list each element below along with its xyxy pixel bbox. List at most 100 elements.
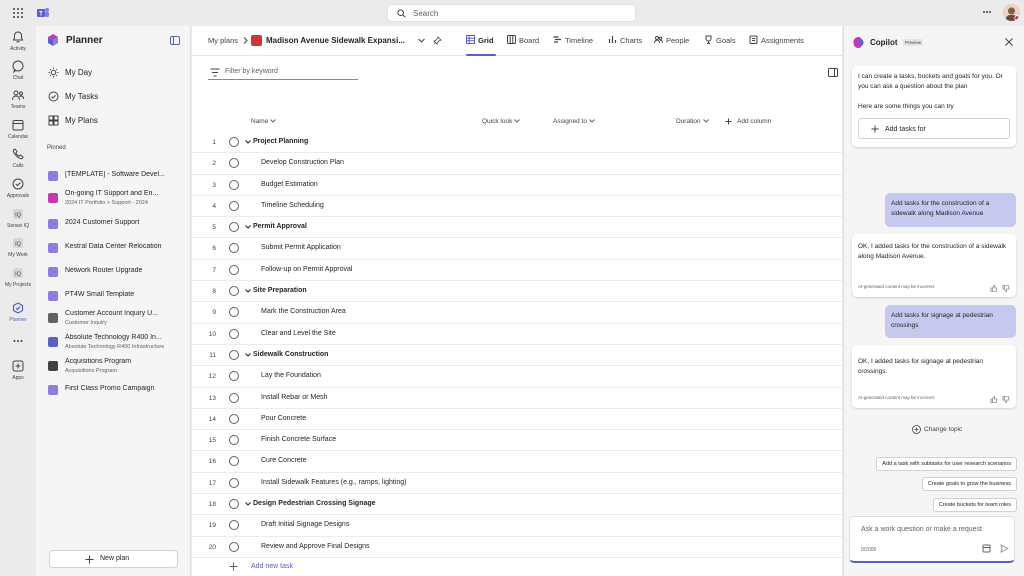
complete-checkbox[interactable]	[229, 286, 239, 297]
column-header-duration[interactable]: Duration	[676, 118, 709, 125]
nav-my-day[interactable]: My Day	[48, 66, 183, 80]
tab-timeline[interactable]: Timeline	[553, 35, 595, 51]
bucket-row[interactable]: 11 Sidewalk Construction	[192, 345, 842, 367]
task-title[interactable]: Timeline Scheduling	[261, 202, 324, 209]
bucket-row[interactable]: 1 Project Planning	[192, 132, 842, 154]
task-title[interactable]: Develop Construction Plan	[261, 159, 344, 166]
pin-icon[interactable]	[433, 36, 442, 45]
rail-item-sensei-iq[interactable]: IQ Sensei IQ	[0, 207, 36, 235]
task-title[interactable]: Draft Initial Signage Designs	[261, 521, 349, 528]
nav-my-tasks[interactable]: My Tasks	[48, 90, 183, 104]
task-title[interactable]: Follow-up on Permit Approval	[261, 266, 352, 273]
more-options-icon[interactable]	[982, 7, 992, 17]
task-title[interactable]: Install Sidewalk Features (e.g., ramps, …	[261, 479, 407, 486]
complete-checkbox[interactable]	[229, 243, 239, 254]
complete-checkbox[interactable]	[229, 264, 239, 275]
task-title[interactable]: Finish Concrete Surface	[261, 436, 336, 443]
rail-item-my-work[interactable]: IQ My Work	[0, 236, 36, 264]
bucket-title[interactable]: Project Planning	[253, 138, 308, 145]
pinned-plan[interactable]: Kestral Data Center Relocation	[46, 239, 184, 261]
open-copilot-pane-icon[interactable]	[828, 68, 838, 77]
complete-checkbox[interactable]	[229, 520, 239, 531]
thumbs-down-icon[interactable]	[1002, 396, 1010, 403]
complete-checkbox[interactable]	[229, 413, 239, 424]
tab-goals[interactable]: Goals	[704, 35, 738, 51]
new-plan-button[interactable]: New plan	[49, 550, 178, 568]
complete-checkbox[interactable]	[229, 456, 239, 467]
chevron-down-icon[interactable]	[245, 502, 251, 506]
table-row[interactable]: 15 Finish Concrete Surface	[192, 430, 842, 452]
tab-charts[interactable]: Charts	[608, 35, 642, 51]
chevron-down-icon[interactable]	[245, 289, 251, 293]
chevron-down-icon[interactable]	[245, 225, 251, 229]
table-row[interactable]: 19 Draft Initial Signage Designs	[192, 515, 842, 537]
table-row[interactable]: 2 Develop Construction Plan	[192, 153, 842, 175]
table-row[interactable]: 20 Review and Approve Final Designs	[192, 537, 842, 558]
table-row[interactable]: 13 Install Rebar or Mesh	[192, 388, 842, 409]
thumbs-up-icon[interactable]	[990, 285, 998, 292]
column-header-quick-look[interactable]: Quick look	[482, 118, 521, 125]
task-title[interactable]: Clear and Level the Site	[261, 330, 336, 337]
bucket-title[interactable]: Site Preparation	[253, 287, 307, 294]
column-header-name[interactable]: Name	[251, 118, 277, 125]
add-column-button[interactable]: Add column	[725, 118, 771, 125]
task-title[interactable]: Cure Concrete	[261, 457, 307, 464]
chevron-down-icon[interactable]	[418, 38, 425, 43]
tab-people[interactable]: People	[654, 35, 692, 51]
complete-checkbox[interactable]	[229, 541, 239, 552]
complete-checkbox[interactable]	[229, 200, 239, 211]
rail-item-teams[interactable]: Teams	[0, 88, 36, 116]
bucket-row[interactable]: 8 Site Preparation	[192, 281, 842, 303]
table-row[interactable]: 14 Pour Concrete	[192, 409, 842, 431]
table-row[interactable]: 7 Follow-up on Permit Approval	[192, 260, 842, 282]
suggestion-chip[interactable]: Create buckets for team roles	[932, 498, 1017, 512]
task-title[interactable]: Mark the Construction Area	[261, 308, 346, 315]
app-launcher-icon[interactable]	[12, 7, 24, 19]
complete-checkbox[interactable]	[229, 371, 239, 382]
bucket-title[interactable]: Permit Approval	[253, 223, 307, 230]
table-row[interactable]: 3 Budget Estimation	[192, 175, 842, 196]
close-icon[interactable]	[1005, 38, 1013, 46]
task-title[interactable]: Pour Concrete	[261, 415, 306, 422]
copilot-composer[interactable]: Ask a work question or make a request 0/…	[849, 516, 1015, 563]
complete-checkbox[interactable]	[229, 499, 239, 510]
pinned-plan[interactable]: 2024 Customer Support	[46, 215, 184, 237]
table-row[interactable]: 10 Clear and Level the Site	[192, 324, 842, 345]
pinned-plan[interactable]: PT4W Small Template	[46, 287, 184, 309]
thumbs-up-icon[interactable]	[990, 396, 998, 403]
rail-item-planner[interactable]: Planner	[0, 301, 36, 329]
add-tasks-for-button[interactable]: Add tasks for	[858, 118, 1010, 139]
send-icon[interactable]	[1000, 544, 1009, 553]
pinned-plan[interactable]: Acquisitions Program Acquisitions Progra…	[46, 357, 184, 379]
avatar[interactable]	[1003, 4, 1020, 21]
pinned-plan[interactable]: Customer Account Inquiry U... Customer I…	[46, 309, 184, 331]
complete-checkbox[interactable]	[229, 137, 239, 147]
suggestion-chip[interactable]: Create goals to grow the business	[921, 477, 1017, 491]
bucket-title[interactable]: Sidewalk Construction	[253, 351, 328, 358]
filter-input[interactable]: Filter by keyword	[208, 66, 358, 80]
complete-checkbox[interactable]	[229, 222, 239, 233]
task-title[interactable]: Budget Estimation	[261, 181, 318, 188]
chevron-down-icon[interactable]	[245, 353, 251, 357]
rail-item-calendar[interactable]: Calendar	[0, 118, 36, 146]
task-title[interactable]: Submit Permit Application	[261, 244, 341, 251]
pinned-plan[interactable]: Network Router Upgrade	[46, 263, 184, 285]
search-box[interactable]: Search	[387, 4, 636, 22]
rail-item-chat[interactable]: Chat	[0, 59, 36, 87]
table-row[interactable]: 17 Install Sidewalk Features (e.g., ramps…	[192, 473, 842, 495]
add-task-button[interactable]: Add new task	[192, 558, 842, 576]
rail-item-approvals[interactable]: Approvals	[0, 177, 36, 205]
pinned-plan[interactable]: On-going IT Support and En... 2024 IT Po…	[46, 189, 184, 211]
pinned-plan[interactable]: [TEMPLATE] - Software Devel...	[46, 167, 184, 189]
rail-item-activity[interactable]: Activity	[0, 30, 36, 58]
complete-checkbox[interactable]	[229, 179, 239, 190]
complete-checkbox[interactable]	[229, 477, 239, 488]
collapse-sidebar-icon[interactable]	[170, 36, 180, 45]
prompt-library-icon[interactable]	[982, 544, 991, 553]
column-header-assigned-to[interactable]: Assigned to	[553, 118, 595, 125]
breadcrumb-my-plans[interactable]: My plans	[208, 36, 238, 45]
rail-item-my-projects[interactable]: IQ My Projects	[0, 266, 36, 294]
complete-checkbox[interactable]	[229, 307, 239, 318]
task-title[interactable]: Lay the Foundation	[261, 372, 321, 379]
tab-grid[interactable]: Grid	[466, 35, 496, 56]
